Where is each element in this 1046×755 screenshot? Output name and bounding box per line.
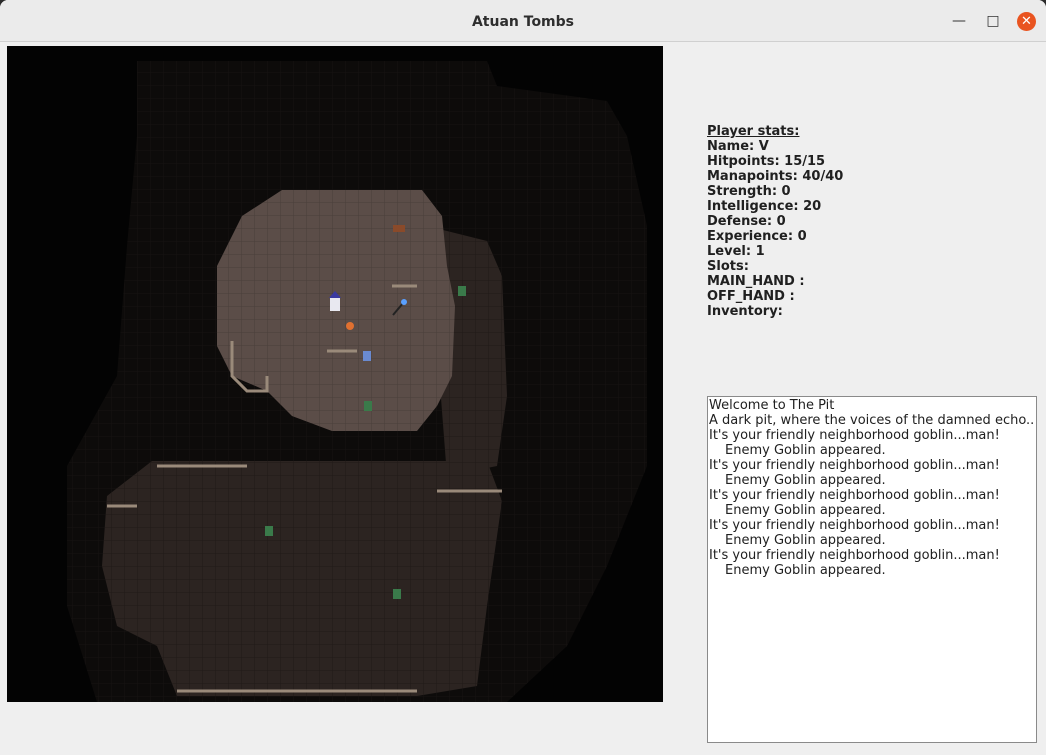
dungeon-map: [67, 61, 647, 702]
goblin-enemy: [364, 401, 372, 411]
log-line: It's your friendly neighborhood goblin..…: [709, 488, 1000, 503]
stat-main-hand: MAIN_HAND :: [707, 274, 805, 289]
game-map[interactable]: [7, 46, 663, 702]
stat-manapoints: Manapoints: 40/40: [707, 169, 844, 184]
stat-name: Name: V: [707, 139, 769, 154]
goblin-enemy: [458, 286, 466, 296]
stat-defense: Defense: 0: [707, 214, 786, 229]
window-title: Atuan Tombs: [471, 14, 575, 30]
log-line: It's your friendly neighborhood goblin..…: [709, 548, 1000, 563]
goblin-enemy: [363, 351, 371, 361]
goblin-enemy: [265, 526, 273, 536]
log-line: Enemy Goblin appeared.: [725, 503, 886, 518]
stat-slots: Slots:: [707, 259, 749, 274]
chest-item: [393, 225, 405, 232]
message-log[interactable]: Welcome to The Pit A dark pit, where the…: [707, 396, 1037, 743]
log-line: It's your friendly neighborhood goblin..…: [709, 518, 1000, 533]
log-line: Enemy Goblin appeared.: [725, 443, 886, 458]
close-icon[interactable]: ✕: [1017, 12, 1036, 31]
log-line: Enemy Goblin appeared.: [725, 533, 886, 548]
stat-strength: Strength: 0: [707, 184, 791, 199]
potion-item: [346, 322, 354, 330]
stats-header: Player stats:: [707, 124, 800, 139]
log-line: It's your friendly neighborhood goblin..…: [709, 458, 1000, 473]
stat-level: Level: 1: [707, 244, 765, 259]
stat-hitpoints: Hitpoints: 15/15: [707, 154, 826, 169]
log-line: Welcome to The Pit: [709, 398, 835, 413]
log-line: Enemy Goblin appeared.: [725, 473, 886, 488]
stat-inventory: Inventory:: [707, 304, 783, 319]
app-window: Atuan Tombs — □ ✕ Player stats: Name: V …: [0, 0, 1046, 755]
stat-off-hand: OFF_HAND :: [707, 289, 795, 304]
player-stats-panel: Player stats: Name: V Hitpoints: 15/15 M…: [707, 124, 1007, 319]
stat-intelligence: Intelligence: 20: [707, 199, 822, 214]
title-bar[interactable]: Atuan Tombs — □ ✕: [0, 0, 1046, 42]
log-line: It's your friendly neighborhood goblin..…: [709, 428, 1000, 443]
log-line: Enemy Goblin appeared.: [725, 563, 886, 578]
stat-experience: Experience: 0: [707, 229, 807, 244]
log-line: A dark pit, where the voices of the damn…: [709, 413, 1035, 428]
maximize-icon[interactable]: □: [984, 12, 1002, 30]
minimize-icon[interactable]: —: [950, 12, 968, 30]
goblin-enemy: [393, 589, 401, 599]
